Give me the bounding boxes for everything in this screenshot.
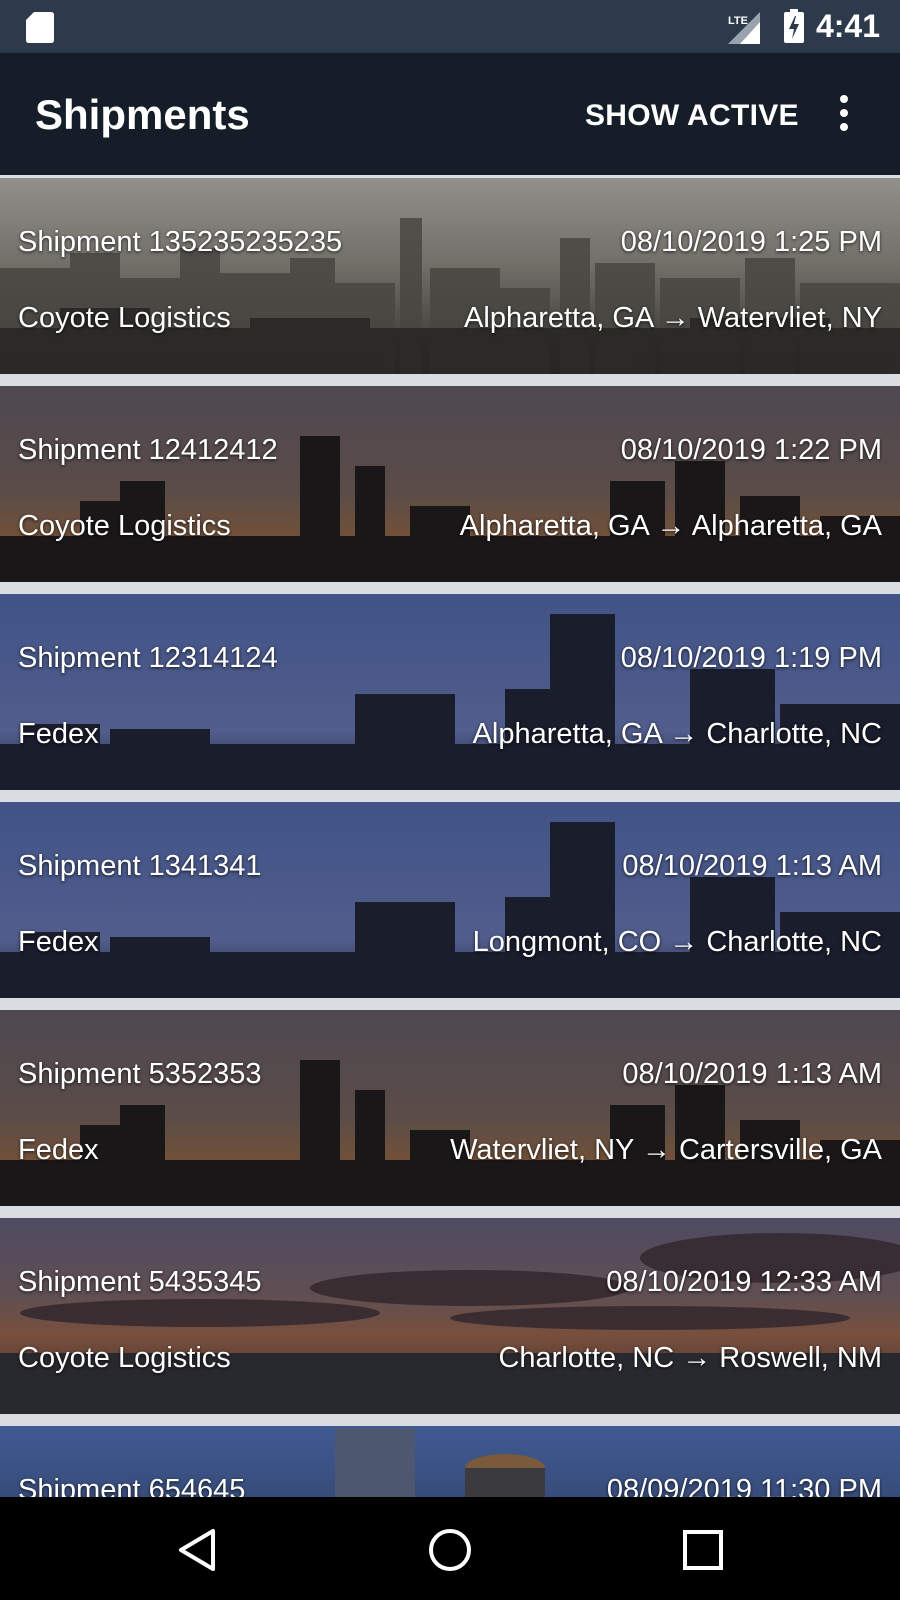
- card-background-image: [0, 1010, 900, 1206]
- shipment-carrier: Coyote Logistics: [18, 510, 231, 542]
- shipment-card[interactable]: Shipment 5352353 08/10/2019 1:13 AM Fede…: [0, 1010, 900, 1206]
- svg-text:LTE: LTE: [728, 15, 748, 27]
- shipment-card[interactable]: Shipment 12412412 08/10/2019 1:22 PM Coy…: [0, 386, 900, 582]
- card-background-image: [0, 1218, 900, 1414]
- shipment-card[interactable]: Shipment 135235235235 08/10/2019 1:25 PM…: [0, 178, 900, 374]
- shipment-datetime: 08/10/2019 1:25 PM: [620, 226, 882, 258]
- lte-signal-icon: LTE: [728, 12, 760, 44]
- status-bar: LTE 4:41: [0, 0, 900, 53]
- card-background-image: [0, 594, 900, 790]
- shipment-datetime: 08/09/2019 11:30 PM: [606, 1474, 882, 1497]
- shipment-id: Shipment 12314124: [18, 642, 278, 674]
- show-active-button[interactable]: SHOW ACTIVE: [585, 99, 799, 133]
- battery-charging-icon: [784, 9, 804, 43]
- shipment-id: Shipment 5352353: [18, 1058, 262, 1090]
- shipment-datetime: 08/10/2019 1:13 AM: [622, 1058, 882, 1090]
- back-icon[interactable]: [175, 1527, 221, 1573]
- shipment-datetime: 08/10/2019 1:13 AM: [622, 850, 882, 882]
- shipment-datetime: 08/10/2019 12:33 AM: [606, 1266, 882, 1298]
- shipment-carrier: Coyote Logistics: [18, 1342, 231, 1374]
- shipment-card[interactable]: Shipment 654645 08/09/2019 11:30 PM: [0, 1426, 900, 1497]
- shipment-card[interactable]: Shipment 1341341 08/10/2019 1:13 AM Fede…: [0, 802, 900, 998]
- shipment-carrier: Fedex: [18, 1134, 99, 1166]
- card-background-image: [0, 802, 900, 998]
- shipment-id: Shipment 5435345: [18, 1266, 262, 1298]
- shipment-datetime: 08/10/2019 1:22 PM: [620, 434, 882, 466]
- shipment-route: Alpharetta, GA → Charlotte, NC: [472, 718, 882, 750]
- shipment-route: Longmont, CO → Charlotte, NC: [472, 926, 882, 958]
- more-options-icon[interactable]: [836, 95, 852, 135]
- shipment-route: Charlotte, NC → Roswell, NM: [498, 1342, 882, 1374]
- sd-card-icon: [26, 12, 54, 43]
- card-background-image: [0, 178, 900, 374]
- shipment-route: Alpharetta, GA → Alpharetta, GA: [459, 510, 882, 542]
- shipment-card[interactable]: Shipment 5435345 08/10/2019 12:33 AM Coy…: [0, 1218, 900, 1414]
- shipment-list[interactable]: Shipment 135235235235 08/10/2019 1:25 PM…: [0, 175, 900, 1497]
- status-time: 4:41: [815, 8, 880, 44]
- recents-icon[interactable]: [680, 1527, 726, 1573]
- shipment-card[interactable]: Shipment 12314124 08/10/2019 1:19 PM Fed…: [0, 594, 900, 790]
- navigation-bar: [0, 1497, 900, 1600]
- shipment-id: Shipment 135235235235: [18, 226, 343, 258]
- shipment-carrier: Fedex: [18, 926, 99, 958]
- shipment-route: Alpharetta, GA → Watervliet, NY: [464, 302, 882, 334]
- home-icon[interactable]: [427, 1527, 473, 1573]
- shipment-id: Shipment 1341341: [18, 850, 262, 882]
- app-bar: Shipments SHOW ACTIVE: [0, 53, 900, 175]
- card-background-image: [0, 386, 900, 582]
- shipment-datetime: 08/10/2019 1:19 PM: [620, 642, 882, 674]
- shipment-carrier: Fedex: [18, 718, 99, 750]
- page-title: Shipments: [35, 91, 250, 138]
- shipment-id: Shipment 654645: [18, 1474, 246, 1497]
- shipment-route: Watervliet, NY → Cartersville, GA: [450, 1134, 882, 1166]
- shipment-id: Shipment 12412412: [18, 434, 278, 466]
- shipment-carrier: Coyote Logistics: [18, 302, 231, 334]
